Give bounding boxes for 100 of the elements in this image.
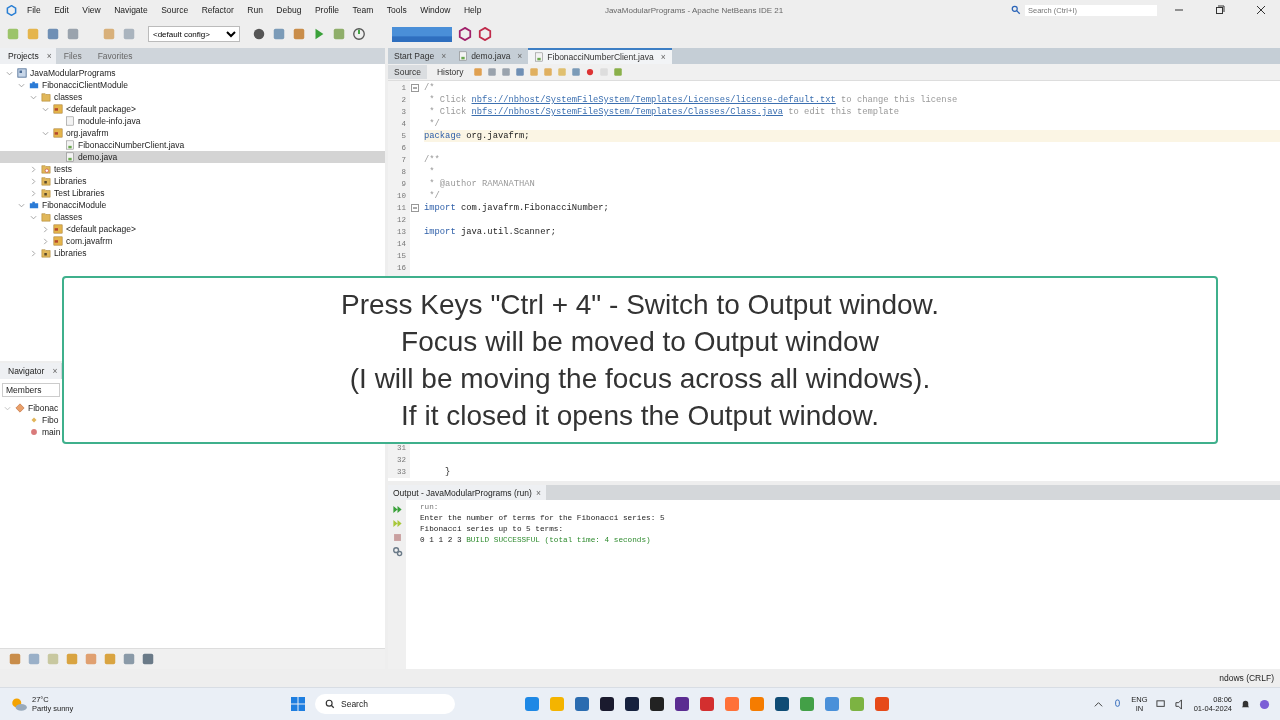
link[interactable]: nbfs://nbhost/SystemFileSystem/Templates/Licenses/license-default.txt bbox=[471, 95, 836, 105]
close-tab-icon[interactable]: × bbox=[441, 51, 447, 61]
restore-icon[interactable] bbox=[1215, 5, 1225, 15]
tree-item-label[interactable]: <default package> bbox=[66, 224, 136, 234]
fold-icon[interactable] bbox=[411, 84, 419, 92]
menu-item[interactable]: Edit bbox=[54, 5, 69, 15]
tree-item-label[interactable]: main bbox=[42, 427, 61, 437]
library-icon bbox=[41, 176, 51, 186]
tree-item-label[interactable]: JavaModularPrograms bbox=[30, 68, 116, 78]
app-icon[interactable] bbox=[649, 696, 665, 712]
config-dropdown[interactable]: <default config> bbox=[148, 26, 240, 42]
tree-item-label[interactable]: FibonacciClientModule bbox=[42, 80, 128, 90]
app-icon[interactable] bbox=[624, 696, 640, 712]
chevron-icon[interactable] bbox=[18, 201, 25, 209]
editor-tab[interactable]: demo.java bbox=[471, 51, 511, 61]
chevron-icon[interactable] bbox=[30, 213, 37, 221]
tree-item-label[interactable]: Libraries bbox=[54, 176, 87, 186]
menu-item[interactable]: Refactor bbox=[201, 5, 234, 15]
start-icon[interactable] bbox=[290, 696, 306, 712]
view-toggle[interactable]: History bbox=[430, 65, 470, 79]
chevron-icon[interactable] bbox=[42, 237, 49, 245]
tree-item-label[interactable]: module-info.java bbox=[78, 116, 141, 126]
tree-item-label[interactable]: <default package> bbox=[66, 104, 136, 114]
menu-item[interactable]: Navigate bbox=[114, 5, 148, 15]
close-tab-icon[interactable]: × bbox=[46, 51, 52, 61]
members-dropdown[interactable]: Members bbox=[2, 383, 60, 397]
rerun-icon[interactable] bbox=[391, 518, 403, 529]
menu-item[interactable]: Help bbox=[463, 5, 482, 15]
menu-item[interactable]: Source bbox=[161, 5, 189, 15]
tree-item-label[interactable]: classes bbox=[54, 212, 83, 222]
menu-item[interactable]: Run bbox=[247, 5, 263, 15]
menu-item[interactable]: Debug bbox=[276, 5, 302, 15]
tree-item-label[interactable]: tests bbox=[54, 164, 72, 174]
tree-item-label[interactable]: classes bbox=[54, 92, 83, 102]
fold-icon[interactable] bbox=[411, 204, 419, 212]
file-icon bbox=[65, 116, 75, 126]
weather-icon[interactable] bbox=[10, 695, 28, 713]
close-tab-icon[interactable]: × bbox=[52, 366, 58, 376]
chevron-icon[interactable] bbox=[42, 105, 49, 113]
tree-item-label[interactable]: demo.java bbox=[78, 152, 118, 162]
tree-item-label[interactable]: Fibonac bbox=[28, 403, 59, 413]
caption-text: Press Keys "Ctrl + 4" - Switch to Output window. bbox=[341, 288, 939, 322]
tree-item-label[interactable]: FibonacciNumberClient.java bbox=[78, 140, 185, 150]
memory-meter[interactable] bbox=[392, 26, 452, 42]
chevron-icon[interactable] bbox=[42, 129, 49, 137]
folder-icon bbox=[41, 92, 51, 102]
chevron-icon[interactable] bbox=[4, 404, 11, 412]
chevron-icon[interactable] bbox=[30, 249, 37, 257]
editor-tab[interactable]: Start Page bbox=[394, 51, 435, 61]
dot-icon bbox=[29, 427, 39, 437]
code-text: org.javafrm; bbox=[465, 131, 530, 141]
close-tab-icon[interactable]: × bbox=[660, 52, 666, 62]
tree-item-label[interactable]: Libraries bbox=[54, 248, 87, 258]
code-text: */ bbox=[428, 191, 440, 201]
link[interactable]: nbfs://nbhost/SystemFileSystem/Templates/Classes/Class.java bbox=[471, 107, 783, 117]
code-text: /* bbox=[424, 83, 435, 93]
app-icon[interactable] bbox=[774, 696, 790, 712]
menu-item[interactable]: Profile bbox=[314, 5, 339, 15]
tree-item-label[interactable]: com.javafrm bbox=[66, 236, 113, 246]
code-text: to edit this template bbox=[787, 107, 900, 117]
tree-item-label[interactable]: Fibo bbox=[42, 415, 59, 425]
chevron-icon[interactable] bbox=[30, 189, 37, 197]
chevron-icon[interactable] bbox=[30, 165, 37, 173]
menu-item[interactable]: Team bbox=[352, 5, 374, 15]
chevron-icon[interactable] bbox=[6, 69, 13, 77]
settings-icon[interactable] bbox=[391, 546, 403, 557]
view-toggle[interactable]: Source bbox=[388, 65, 427, 79]
puzzle-icon bbox=[29, 200, 39, 210]
menu-item[interactable]: Tools bbox=[386, 5, 407, 15]
file-icon bbox=[458, 51, 469, 61]
tree-item-label[interactable]: Test Libraries bbox=[54, 188, 105, 198]
tree-item-label[interactable]: org.javafrm bbox=[66, 128, 109, 138]
chevron-icon[interactable] bbox=[30, 93, 37, 101]
editor-tab[interactable]: FibonacciNumberClient.java bbox=[547, 52, 654, 62]
output-tab[interactable]: Output - JavaModularPrograms (run) bbox=[393, 487, 532, 498]
chevron-icon[interactable] bbox=[30, 177, 37, 185]
tree-item-label[interactable]: FibonacciModule bbox=[42, 200, 107, 210]
profile-icon[interactable] bbox=[352, 27, 366, 41]
close-tab-icon[interactable]: × bbox=[535, 487, 541, 498]
library-icon bbox=[41, 248, 51, 258]
caption-text: Focus will be moved to Output window bbox=[401, 325, 879, 359]
close-tab-icon[interactable]: × bbox=[517, 51, 523, 61]
stop-icon[interactable] bbox=[391, 532, 403, 543]
code-text: * @author RAMANATHAN bbox=[428, 179, 535, 189]
library-icon bbox=[41, 188, 51, 198]
search-icon[interactable] bbox=[1011, 5, 1021, 15]
taskbar-search[interactable]: Search bbox=[315, 694, 455, 714]
chevron-icon[interactable] bbox=[42, 225, 49, 233]
chevron-icon[interactable] bbox=[18, 81, 25, 89]
menu-item[interactable]: Window bbox=[420, 5, 451, 15]
app-icon[interactable] bbox=[599, 696, 615, 712]
rerun-icon[interactable] bbox=[391, 504, 403, 515]
panel-tab[interactable]: Files bbox=[55, 48, 86, 64]
app-icon[interactable] bbox=[674, 696, 690, 712]
menu-item[interactable]: File bbox=[27, 5, 41, 15]
menu-item[interactable]: View bbox=[82, 5, 101, 15]
panel-tab[interactable]: Favorites bbox=[89, 48, 137, 64]
bell-icon[interactable] bbox=[1240, 698, 1251, 710]
close-icon[interactable] bbox=[1256, 5, 1266, 15]
record-macro-icon[interactable] bbox=[585, 67, 596, 77]
